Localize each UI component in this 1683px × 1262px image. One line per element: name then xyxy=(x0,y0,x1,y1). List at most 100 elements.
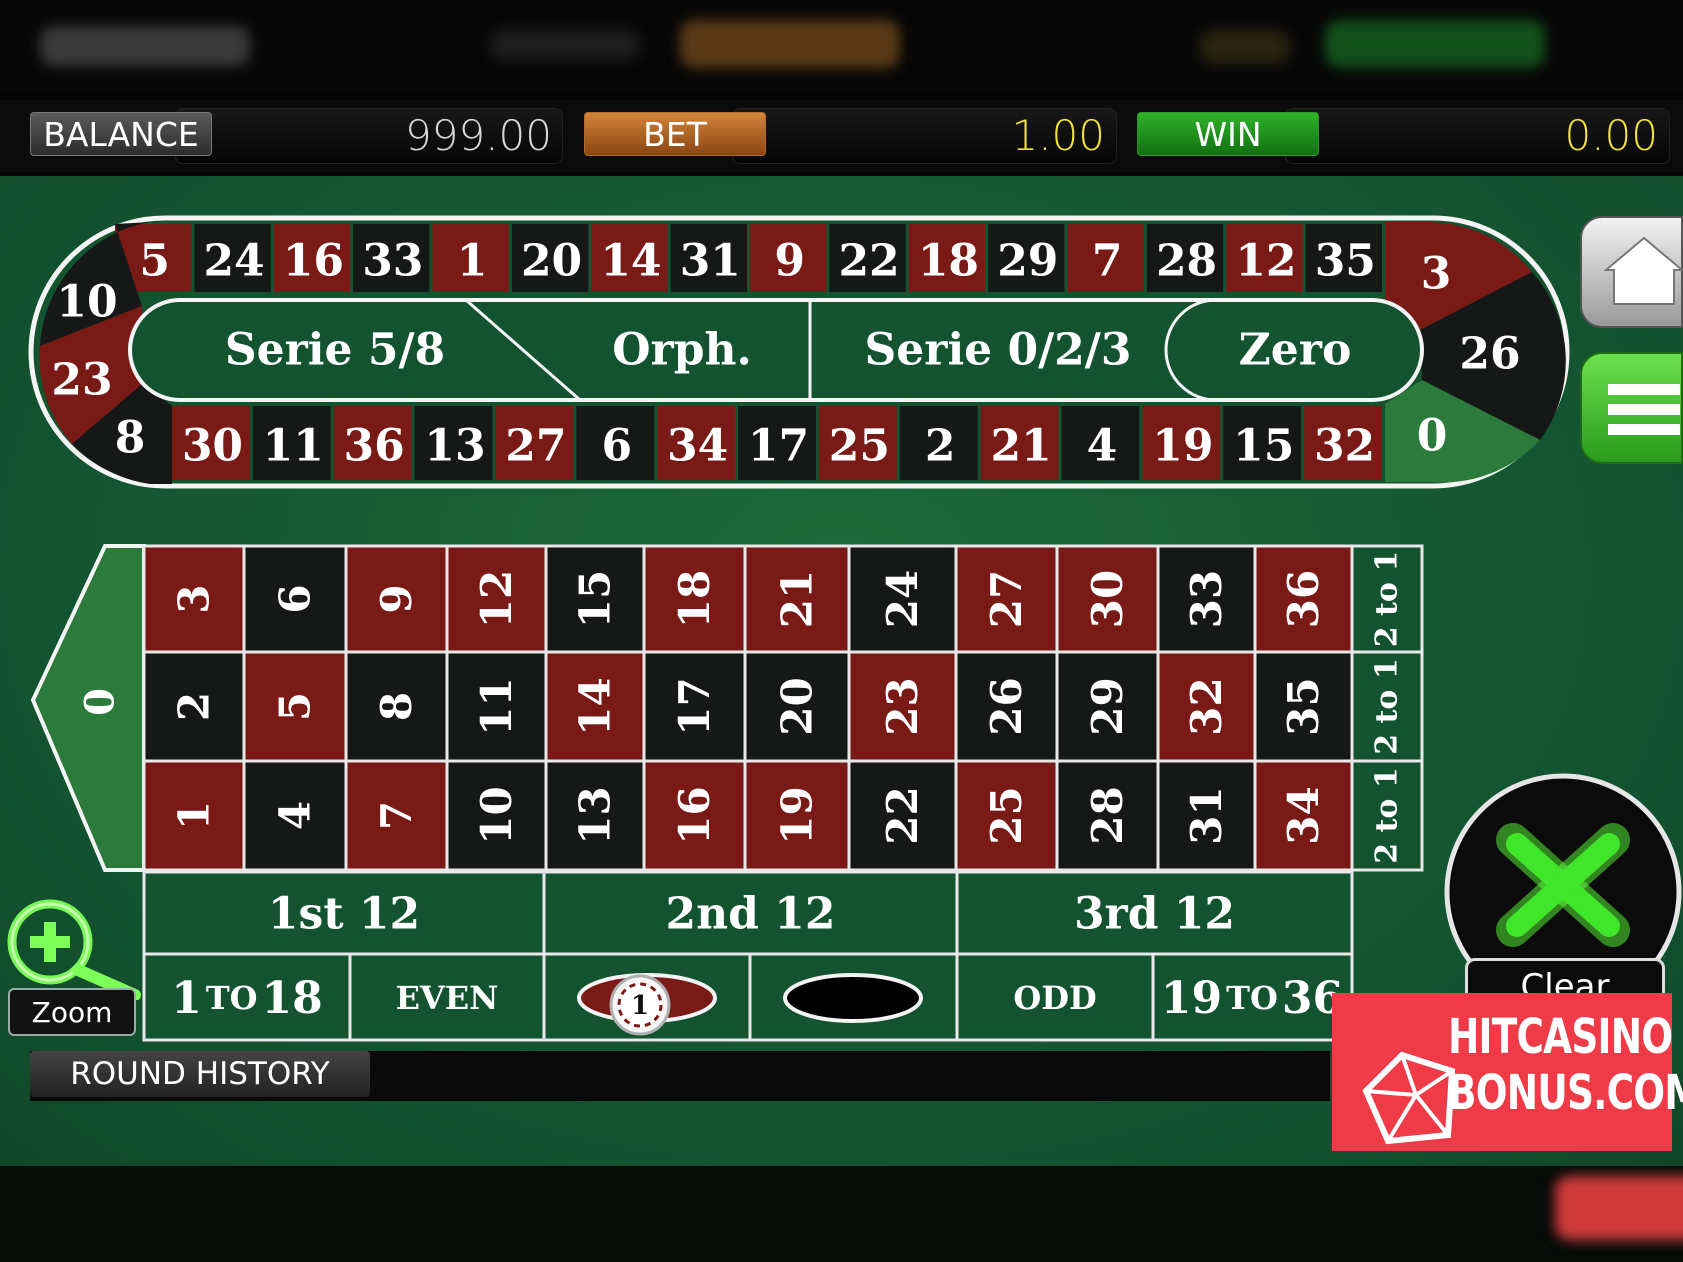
bet-number-24[interactable]: 24 xyxy=(847,544,958,654)
racetrack-pocket-6[interactable]: 6 xyxy=(576,406,655,480)
bet-number-27[interactable]: 27 xyxy=(954,544,1059,654)
racetrack-pocket-12[interactable]: 12 xyxy=(1226,224,1303,292)
bet-number-34[interactable]: 34 xyxy=(1253,759,1354,872)
bet-dozen-1[interactable]: 1st 12 xyxy=(142,870,546,956)
bet-number-3[interactable]: 3 xyxy=(142,544,246,654)
bet-even[interactable]: EVEN xyxy=(348,952,546,1042)
racetrack-pocket-31[interactable]: 31 xyxy=(670,224,747,292)
round-history-button[interactable]: ROUND HISTORY xyxy=(30,1051,370,1097)
bet-number-30[interactable]: 30 xyxy=(1055,544,1160,654)
dozen-label: 1st 12 xyxy=(268,889,420,940)
bet-number-10[interactable]: 10 xyxy=(445,759,548,872)
bet-number-6[interactable]: 6 xyxy=(242,544,348,654)
bet-dozen-2[interactable]: 2nd 12 xyxy=(542,870,959,956)
bet-number-23[interactable]: 23 xyxy=(847,650,958,763)
bet-odd[interactable]: ODD xyxy=(955,952,1155,1042)
racetrack-pocket-24[interactable]: 24 xyxy=(194,224,271,292)
racetrack-pocket-28[interactable]: 28 xyxy=(1146,224,1224,292)
bet-number-28[interactable]: 28 xyxy=(1055,759,1160,872)
bet-number-14[interactable]: 14 xyxy=(544,650,646,763)
racetrack-pocket-34[interactable]: 34 xyxy=(657,406,736,480)
section-orphelins[interactable]: Orph. xyxy=(612,325,752,376)
section-zero[interactable]: Zero xyxy=(1239,325,1352,376)
racetrack-pocket-19[interactable]: 19 xyxy=(1142,406,1221,480)
bet-number-31[interactable]: 31 xyxy=(1156,759,1257,872)
racetrack-pocket-16[interactable]: 16 xyxy=(273,224,351,292)
section-serie-5-8[interactable]: Serie 5/8 xyxy=(225,325,445,376)
racetrack-pocket-25[interactable]: 25 xyxy=(818,406,897,480)
racetrack-pocket-30[interactable]: 30 xyxy=(172,406,250,480)
bet-chip[interactable]: 1 xyxy=(609,974,671,1036)
zoom-button[interactable]: Zoom xyxy=(8,988,136,1036)
bet-number-13[interactable]: 13 xyxy=(544,759,646,872)
pocket-number: 0 xyxy=(1417,411,1448,462)
bet-number-19[interactable]: 19 xyxy=(743,759,851,872)
bet-number-20[interactable]: 20 xyxy=(743,650,851,763)
clear-button[interactable] xyxy=(1435,768,1683,978)
bet-red[interactable]: 1 xyxy=(542,952,752,1042)
bet-number-25[interactable]: 25 xyxy=(954,759,1059,872)
racetrack-pocket-18[interactable]: 18 xyxy=(908,224,986,292)
racetrack-pocket-2[interactable]: 2 xyxy=(899,406,978,480)
bet-number-4[interactable]: 4 xyxy=(242,759,348,872)
bet-dozen-3[interactable]: 3rd 12 xyxy=(955,870,1354,956)
bet-number-5[interactable]: 5 xyxy=(242,650,348,763)
black-diamond[interactable] xyxy=(783,973,923,1023)
bet-number-29[interactable]: 29 xyxy=(1055,650,1160,763)
racetrack-pocket-20[interactable]: 20 xyxy=(511,224,589,292)
bet-number-2[interactable]: 2 xyxy=(142,650,246,763)
bet-column-1[interactable]: 2 to 1 xyxy=(1350,544,1424,654)
menu-button[interactable] xyxy=(1580,352,1683,464)
bet-number-12[interactable]: 12 xyxy=(445,544,548,654)
racetrack-pocket-4[interactable]: 4 xyxy=(1061,406,1140,480)
pocket-number: 23 xyxy=(51,355,112,406)
number-label: 6 xyxy=(271,584,320,613)
racetrack-pocket-22[interactable]: 22 xyxy=(829,224,906,292)
bet-number-26[interactable]: 26 xyxy=(954,650,1059,763)
bet-number-1[interactable]: 1 xyxy=(142,759,246,872)
bet-number-18[interactable]: 18 xyxy=(642,544,747,654)
bet-number-21[interactable]: 21 xyxy=(743,544,851,654)
pocket-number: 12 xyxy=(1235,236,1296,287)
bet-zero[interactable]: 0 xyxy=(30,544,146,872)
racetrack-pocket-17[interactable]: 17 xyxy=(738,406,816,480)
racetrack-pocket-21[interactable]: 21 xyxy=(980,406,1059,480)
racetrack-pocket-13[interactable]: 13 xyxy=(414,406,493,480)
bet-number-8[interactable]: 8 xyxy=(344,650,449,763)
bet-19-to-36[interactable]: 19 TO36 xyxy=(1151,952,1354,1042)
bet-number-9[interactable]: 9 xyxy=(344,544,449,654)
racetrack-pocket-33[interactable]: 33 xyxy=(353,224,430,292)
racetrack-pocket-1[interactable]: 1 xyxy=(432,224,509,292)
racetrack-pocket-27[interactable]: 27 xyxy=(495,406,574,480)
racetrack-pocket-15[interactable]: 15 xyxy=(1223,406,1302,480)
bet-number-35[interactable]: 35 xyxy=(1253,650,1354,763)
bet-column-2[interactable]: 2 to 1 xyxy=(1350,650,1424,763)
racetrack-pocket-11[interactable]: 11 xyxy=(252,406,331,480)
bet-number-16[interactable]: 16 xyxy=(642,759,747,872)
zoom-in-icon[interactable] xyxy=(0,880,150,1000)
bet-number-33[interactable]: 33 xyxy=(1156,544,1257,654)
bet-1-to-18[interactable]: 1 TO18 xyxy=(142,952,352,1042)
bet-number-7[interactable]: 7 xyxy=(344,759,449,872)
bet-number-11[interactable]: 11 xyxy=(445,650,548,763)
racetrack-pocket-32[interactable]: 32 xyxy=(1304,406,1382,480)
bet-black[interactable] xyxy=(748,952,959,1042)
bet-number-15[interactable]: 15 xyxy=(544,544,646,654)
bet-number-32[interactable]: 32 xyxy=(1156,650,1257,763)
racetrack-pocket-7[interactable]: 7 xyxy=(1067,224,1144,292)
bet-column-3[interactable]: 2 to 1 xyxy=(1350,759,1424,872)
pocket-number: 5 xyxy=(139,236,170,287)
racetrack-pocket-14[interactable]: 14 xyxy=(591,224,668,292)
racetrack-pocket-29[interactable]: 29 xyxy=(988,224,1065,292)
racetrack-pocket-35[interactable]: 35 xyxy=(1305,224,1382,292)
racetrack-pocket-9[interactable]: 9 xyxy=(750,224,827,292)
bet-number-17[interactable]: 17 xyxy=(642,650,747,763)
home-button[interactable] xyxy=(1580,216,1683,328)
pocket-number: 1 xyxy=(457,236,488,287)
number-label: 24 xyxy=(878,570,927,628)
racetrack-pocket-36[interactable]: 36 xyxy=(333,406,412,480)
section-serie-0-2-3[interactable]: Serie 0/2/3 xyxy=(865,325,1132,376)
bet-number-22[interactable]: 22 xyxy=(847,759,958,872)
bet-number-36[interactable]: 36 xyxy=(1253,544,1354,654)
pocket-number: 27 xyxy=(505,421,566,472)
